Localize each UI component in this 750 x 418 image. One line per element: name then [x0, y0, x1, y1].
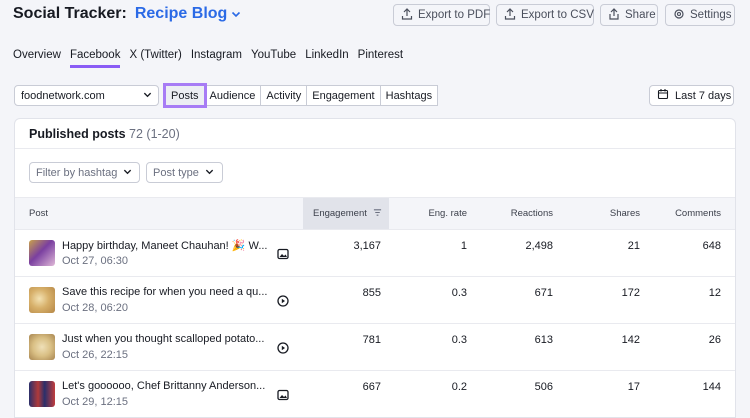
- col-comments[interactable]: Comments: [645, 198, 721, 229]
- reactions-value: 613: [534, 334, 553, 346]
- settings-button[interactable]: Settings: [665, 4, 735, 26]
- project-selector[interactable]: Recipe Blog: [135, 5, 227, 23]
- date-range-label: Last 7 days: [675, 89, 732, 102]
- sort-icon: [373, 208, 382, 220]
- post-title[interactable]: Let's goooooo, Chef Brittanny Anderson..…: [62, 380, 272, 392]
- post-thumbnail: [29, 287, 55, 313]
- eng-rate-value: 1: [460, 240, 467, 252]
- export-icon: [504, 7, 516, 23]
- settings-label: Settings: [690, 9, 732, 21]
- tab-x-twitter[interactable]: X (Twitter): [129, 48, 181, 68]
- tab-overview[interactable]: Overview: [13, 48, 61, 68]
- table-row[interactable]: Just when you thought scalloped potato..…: [15, 324, 735, 371]
- shares-value: 17: [627, 381, 640, 393]
- col-reactions[interactable]: Reactions: [475, 198, 553, 229]
- eng-rate-value: 0.3: [451, 287, 467, 299]
- shares-value: 21: [627, 240, 640, 252]
- shares-value: 142: [621, 334, 640, 346]
- post-type-filter-label: Post type: [153, 166, 199, 179]
- export-pdf-button[interactable]: Export to PDF: [393, 4, 490, 26]
- tab-linkedin[interactable]: LinkedIn: [305, 48, 348, 68]
- hashtag-filter-placeholder: Filter by hashtag: [36, 166, 118, 179]
- video-icon: [277, 294, 289, 307]
- shares-value: 172: [621, 287, 640, 299]
- comments-value: 26: [708, 334, 721, 346]
- export-pdf-label: Export to PDF: [418, 9, 491, 21]
- published-posts-title: Published posts: [29, 127, 126, 141]
- post-title[interactable]: Happy birthday, Maneet Chauhan! 🎉 W...: [62, 239, 272, 252]
- view-segmented-control: Posts Audience Activity Engagement Hasht…: [163, 83, 439, 108]
- card-title: Published posts 72 (1-20): [29, 127, 180, 141]
- reactions-value: 2,498: [525, 240, 553, 252]
- reactions-value: 671: [534, 287, 553, 299]
- share-label: Share: [625, 9, 656, 21]
- video-icon: [277, 341, 289, 354]
- table-row[interactable]: Let's goooooo, Chef Brittanny Anderson..…: [15, 371, 735, 417]
- chevron-down-icon: [123, 167, 132, 179]
- eng-rate-value: 0.3: [451, 334, 467, 346]
- published-posts-card: Published posts 72 (1-20) Filter by hash…: [14, 118, 736, 418]
- col-shares[interactable]: Shares: [565, 198, 640, 229]
- engagement-value: 781: [362, 334, 381, 346]
- post-title[interactable]: Just when you thought scalloped potato..…: [62, 333, 272, 345]
- platform-tabs: Overview Facebook X (Twitter) Instagram …: [13, 48, 412, 68]
- eng-rate-value: 0.2: [451, 381, 467, 393]
- app-title: Social Tracker:: [13, 5, 127, 22]
- table-row[interactable]: Save this recipe for when you need a qu.…: [15, 277, 735, 324]
- segment-posts[interactable]: Posts: [163, 83, 207, 108]
- hashtag-filter[interactable]: Filter by hashtag: [29, 162, 140, 183]
- image-icon: [277, 388, 289, 401]
- divider: [15, 148, 735, 149]
- export-icon: [401, 7, 413, 23]
- gear-icon: [673, 8, 685, 23]
- post-title[interactable]: Save this recipe for when you need a qu.…: [62, 286, 272, 298]
- header: Social Tracker: Recipe Blog Export to PD…: [0, 0, 750, 30]
- share-button[interactable]: Share: [600, 4, 658, 26]
- competitor-select-value: foodnetwork.com: [21, 89, 105, 102]
- engagement-value: 3,167: [353, 240, 381, 252]
- post-date: Oct 26, 22:15: [62, 349, 129, 361]
- title-wrap: Social Tracker: Recipe Blog: [13, 5, 241, 23]
- comments-value: 144: [702, 381, 721, 393]
- published-posts-count: 72 (1-20): [129, 127, 180, 141]
- post-date: Oct 28, 06:20: [62, 302, 129, 314]
- competitor-select[interactable]: foodnetwork.com: [14, 85, 159, 106]
- table-row[interactable]: Happy birthday, Maneet Chauhan! 🎉 W... O…: [15, 230, 735, 277]
- post-date: Oct 27, 06:30: [62, 255, 129, 267]
- share-icon: [608, 7, 620, 23]
- col-engagement[interactable]: Engagement: [303, 198, 389, 229]
- chevron-down-icon[interactable]: [231, 9, 241, 19]
- engagement-value: 855: [362, 287, 381, 299]
- comments-value: 12: [708, 287, 721, 299]
- date-range-button[interactable]: Last 7 days: [649, 85, 734, 106]
- tab-instagram[interactable]: Instagram: [191, 48, 242, 68]
- chevron-down-icon: [205, 167, 214, 179]
- segment-audience[interactable]: Audience: [204, 85, 262, 106]
- segment-activity[interactable]: Activity: [261, 85, 308, 106]
- post-type-filter[interactable]: Post type: [146, 162, 223, 183]
- segment-engagement[interactable]: Engagement: [307, 85, 381, 106]
- col-engagement-label: Engagement: [313, 208, 367, 219]
- col-post[interactable]: Post: [29, 198, 149, 229]
- calendar-icon: [657, 88, 669, 103]
- export-csv-button[interactable]: Export to CSV: [496, 4, 594, 26]
- table-header: Post Engagement Eng. rate Reactions Shar…: [15, 197, 735, 230]
- tab-pinterest[interactable]: Pinterest: [358, 48, 403, 68]
- image-icon: [277, 247, 289, 260]
- post-thumbnail: [29, 240, 55, 266]
- post-thumbnail: [29, 334, 55, 360]
- export-csv-label: Export to CSV: [521, 9, 594, 21]
- comments-value: 648: [702, 240, 721, 252]
- post-thumbnail: [29, 381, 55, 407]
- segment-hashtags[interactable]: Hashtags: [380, 85, 439, 106]
- chevron-down-icon: [143, 90, 152, 102]
- post-date: Oct 29, 12:15: [62, 396, 129, 408]
- col-eng-rate[interactable]: Eng. rate: [395, 198, 467, 229]
- tab-facebook[interactable]: Facebook: [69, 48, 121, 68]
- engagement-value: 667: [362, 381, 381, 393]
- tab-youtube[interactable]: YouTube: [251, 48, 296, 68]
- reactions-value: 506: [534, 381, 553, 393]
